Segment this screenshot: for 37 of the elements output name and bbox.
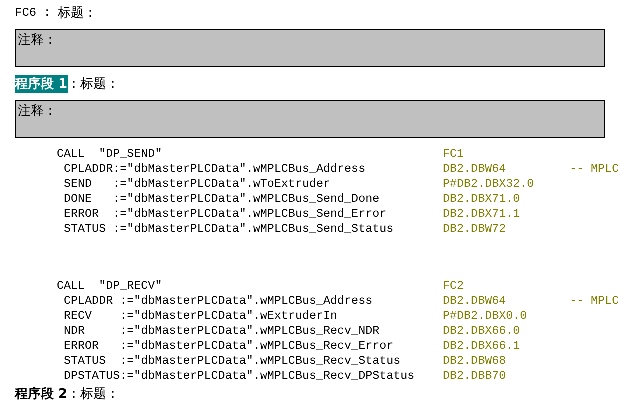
address: DB2.DBX66.0 <box>443 324 522 338</box>
address: DB2.DBW64 <box>443 162 508 176</box>
parameter-assignment: DPSTATUS:="dbMasterPLCData".wMPLCBus_Recv_DPStatus <box>64 368 416 382</box>
title-label: ：标题： <box>68 386 120 403</box>
block-number: FC1 <box>443 146 466 160</box>
parameter-assignment: DONE :="dbMasterPLCData".wMPLCBus_Send_Done <box>64 192 381 206</box>
address: DB2.DBW72 <box>443 222 508 236</box>
parameter-assignment: CPLADDR:="dbMasterPLCData".wMPLCBus_Address <box>64 162 367 176</box>
address: DB2.DBW64 <box>443 294 508 308</box>
network-label[interactable]: 程序段 1 <box>15 75 68 93</box>
separator: : <box>42 6 52 20</box>
parameter-assignment: RECV :="dbMasterPLCData".wExtruderIn <box>64 308 339 322</box>
address: P#DB2.DBX0.0 <box>443 308 528 322</box>
address: DB2.DBX71.0 <box>443 192 522 206</box>
parameter-assignment: SEND :="dbMasterPLCData".wToExtruder <box>64 176 332 190</box>
parameter-assignment: STATUS :="dbMasterPLCData".wMPLCBus_Send_Status <box>64 222 395 236</box>
line-comment: -- MPLC <box>570 162 620 176</box>
address: P#DB2.DBX32.0 <box>443 176 536 190</box>
parameter-assignment: CPLADDR :="dbMasterPLCData".wMPLCBus_Address <box>64 294 374 308</box>
title-label: 标题： <box>58 5 98 22</box>
comment-field[interactable]: 注释： <box>15 100 605 138</box>
block-name: FC6 <box>15 6 37 20</box>
network-label[interactable]: 程序段 2 <box>15 385 68 403</box>
parameter-assignment: ERROR :="dbMasterPLCData".wMPLCBus_Send_Error <box>64 206 388 220</box>
call-statement: CALL "DP_RECV" <box>57 278 164 292</box>
parameter-assignment: STATUS :="dbMasterPLCData".wMPLCBus_Recv_Status <box>64 354 402 368</box>
address: DB2.DBX66.1 <box>443 338 522 352</box>
title-label: ：标题： <box>68 76 120 93</box>
address: DB2.DBW68 <box>443 354 508 368</box>
parameter-assignment: NDR :="dbMasterPLCData".wMPLCBus_Recv_NDR <box>64 324 381 338</box>
parameter-assignment: ERROR :="dbMasterPLCData".wMPLCBus_Recv_Error <box>64 338 395 352</box>
comment-field[interactable]: 注释： <box>15 29 605 67</box>
address: DB2.DBX71.1 <box>443 206 522 220</box>
block-number: FC2 <box>443 278 466 292</box>
address: DB2.DBB70 <box>443 368 508 382</box>
line-comment: -- MPLC <box>570 294 620 308</box>
call-statement: CALL "DP_SEND" <box>57 146 164 160</box>
